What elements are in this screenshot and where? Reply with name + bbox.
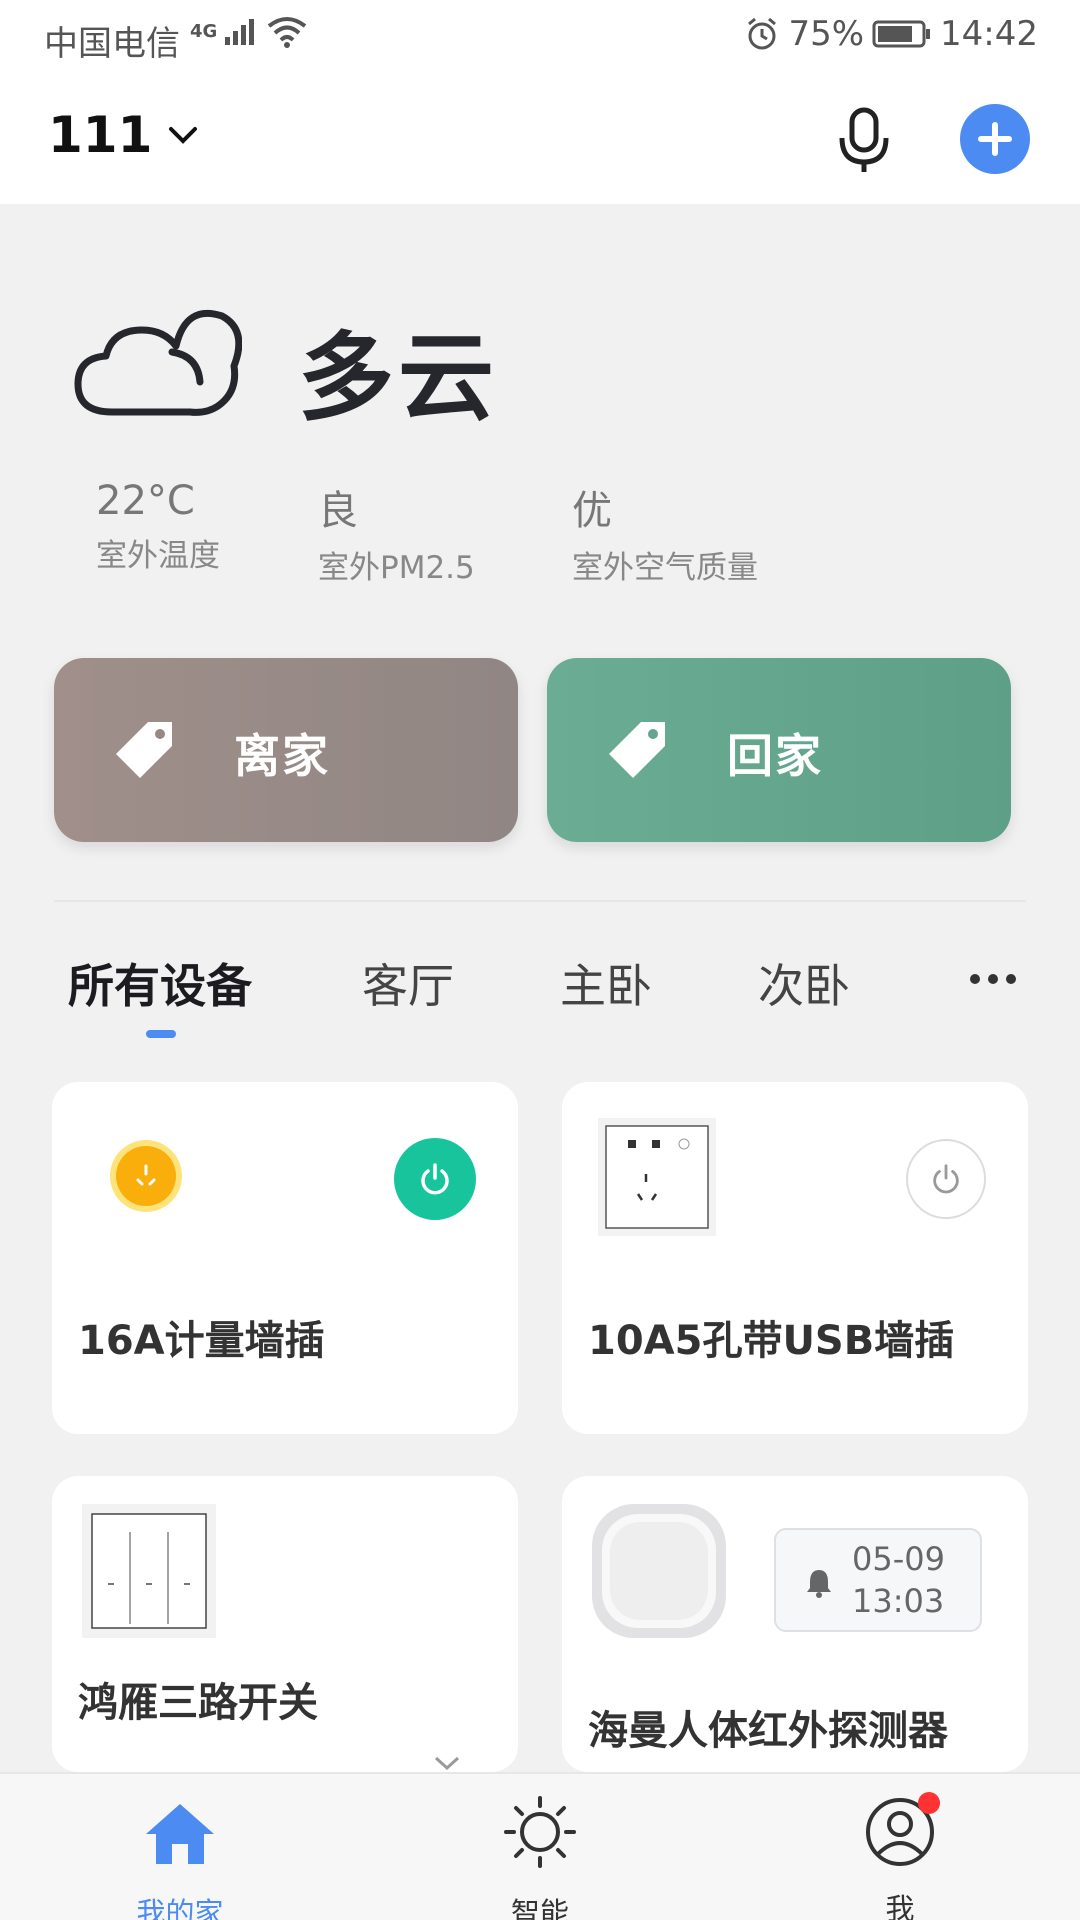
stat-label: 室外温度	[96, 538, 220, 574]
alarm-time: 13:03	[852, 1582, 945, 1620]
status-right: 75% 14:42	[744, 14, 1038, 54]
home-selector[interactable]: 111	[48, 106, 200, 164]
device-card[interactable]: 16A计量墙插	[52, 1082, 518, 1434]
home-icon	[146, 1804, 214, 1864]
device-name: 海曼人体红外探测器	[588, 1708, 948, 1754]
tab-indicator	[146, 1030, 176, 1038]
carrier-label: 中国电信	[44, 24, 180, 64]
chevron-down-icon[interactable]	[432, 1754, 462, 1772]
tab-label: 我的家	[136, 1896, 224, 1920]
last-alarm-box: 05-09 13:03	[774, 1528, 982, 1632]
scene-label: 离家	[234, 729, 330, 783]
wall-socket-icon	[598, 1118, 716, 1236]
device-name: 鸿雁三路开关	[78, 1680, 318, 1726]
alarm-timestamp: 05-09 13:03	[852, 1538, 945, 1622]
device-card[interactable]: 鸿雁三路开关	[52, 1476, 518, 1772]
stat-pm25: 良 室外PM2.5	[318, 478, 475, 587]
weather-condition: 多云	[298, 322, 498, 434]
stat-air-quality: 优 室外空气质量	[572, 478, 758, 587]
motion-sensor-icon	[592, 1504, 726, 1638]
three-way-switch-icon	[82, 1504, 216, 1638]
scene-away-button[interactable]: 离家	[54, 658, 518, 842]
power-toggle[interactable]	[394, 1138, 476, 1220]
device-name: 10A5孔带USB墙插	[588, 1318, 955, 1364]
alarm-clock-icon	[748, 17, 777, 50]
network-type-label: 4G	[190, 20, 218, 42]
tag-icon	[609, 722, 665, 778]
cloud-icon	[74, 309, 242, 416]
clock-time: 14:42	[940, 14, 1038, 54]
home-name: 111	[48, 106, 153, 164]
bottom-tab-bar: 我的家 智能 我	[0, 1772, 1080, 1920]
alarm-date: 05-09	[852, 1540, 945, 1578]
power-toggle[interactable]	[906, 1139, 986, 1219]
divider	[54, 900, 1026, 902]
scene-label: 回家	[727, 729, 823, 783]
sun-icon	[504, 1796, 576, 1868]
device-name: 16A计量墙插	[78, 1318, 325, 1364]
scene-home-button[interactable]: 回家	[547, 658, 1011, 842]
stat-value: 优	[572, 488, 612, 534]
tab-living-room[interactable]: 客厅	[362, 950, 454, 1016]
battery-percent: 75%	[788, 14, 865, 54]
add-device-button[interactable]	[960, 104, 1030, 174]
tab-all-devices[interactable]: 所有设备	[68, 950, 252, 1016]
tab-my-home[interactable]: 我的家	[100, 1792, 260, 1920]
tag-icon	[116, 722, 172, 778]
power-icon	[421, 1163, 449, 1195]
tab-master-bedroom[interactable]: 主卧	[560, 950, 652, 1016]
signal-icon	[225, 19, 255, 45]
status-bar: 中国电信 4G 75% 14:42	[0, 0, 1080, 76]
top-bar: 111	[0, 76, 1080, 204]
stat-label: 室外空气质量	[572, 550, 758, 586]
bell-icon	[807, 1570, 831, 1598]
more-icon[interactable]	[970, 974, 1016, 984]
tab-second-bedroom[interactable]: 次卧	[758, 950, 850, 1016]
power-icon	[933, 1164, 959, 1194]
room-tabs: 所有设备 客厅 主卧 次卧	[0, 940, 1080, 1040]
device-card[interactable]: 10A5孔带USB墙插	[562, 1082, 1028, 1434]
tab-label: 我	[885, 1892, 915, 1920]
battery-icon	[872, 20, 931, 48]
user-icon-wrap	[860, 1792, 940, 1872]
tab-me[interactable]: 我	[820, 1792, 980, 1920]
tab-label: 智能	[510, 1896, 569, 1920]
network-indicators: 4G	[190, 14, 309, 48]
chevron-down-icon	[169, 127, 198, 144]
stat-value: 良	[318, 488, 358, 534]
stat-label: 室外PM2.5	[318, 550, 475, 586]
stat-temperature: 22°C 室外温度	[96, 478, 220, 575]
notification-badge	[918, 1792, 940, 1814]
wifi-icon	[268, 17, 307, 48]
microphone-icon[interactable]	[834, 106, 894, 176]
device-card[interactable]: 05-09 13:03 海曼人体红外探测器	[562, 1476, 1028, 1772]
socket-icon	[110, 1140, 182, 1212]
tab-smart[interactable]: 智能	[460, 1792, 620, 1920]
plus-icon	[978, 122, 1012, 156]
stat-value: 22°C	[96, 478, 195, 524]
